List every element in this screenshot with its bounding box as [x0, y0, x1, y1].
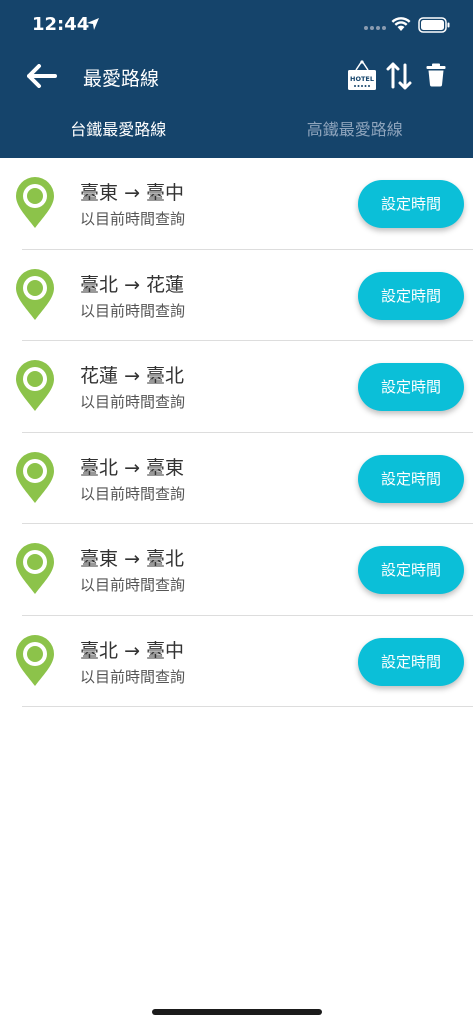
route-query-mode: 以目前時間查詢: [80, 210, 186, 228]
delete-button[interactable]: [426, 63, 446, 87]
route-row[interactable]: 臺北 → 花蓮 以目前時間查詢 設定時間: [0, 250, 473, 341]
set-time-button[interactable]: 設定時間: [358, 180, 464, 228]
set-time-button[interactable]: 設定時間: [358, 546, 464, 594]
route-origin: 花蓮: [80, 365, 119, 387]
map-pin-icon: [16, 451, 54, 503]
tab-tra-favorites[interactable]: 台鐵最愛路線: [0, 108, 237, 152]
route-origin: 臺北: [80, 639, 119, 662]
route-stations: 臺北 → 臺中: [80, 636, 184, 663]
arrow-left-icon: [27, 64, 57, 88]
map-pin-icon: [16, 177, 54, 228]
route-row[interactable]: 臺北 → 臺東 以目前時間查詢 設定時間: [0, 433, 473, 524]
route-origin: 臺東: [80, 182, 119, 204]
set-time-button[interactable]: 設定時間: [358, 363, 464, 411]
cellular-signal-icon: [364, 26, 386, 30]
route-arrow: →: [124, 182, 140, 204]
map-pin-icon: [16, 634, 54, 686]
map-pin-icon: [16, 268, 54, 320]
nav-bar: 最愛路線 HOTEL: [0, 52, 473, 100]
set-time-button[interactable]: 設定時間: [358, 454, 464, 503]
route-stations: 花蓮 → 臺北: [80, 361, 184, 388]
swap-vertical-icon: [386, 62, 412, 90]
route-row[interactable]: 花蓮 → 臺北 以目前時間查詢 設定時間: [0, 341, 473, 433]
hotel-sign-icon: HOTEL: [348, 60, 376, 90]
trash-icon: [426, 63, 446, 87]
set-time-button[interactable]: 設定時間: [358, 637, 464, 686]
route-query-mode: 以目前時間查詢: [80, 484, 186, 503]
route-arrow: →: [124, 273, 140, 296]
tab-bar: 台鐵最愛路線 高鐵最愛路線: [0, 108, 473, 152]
route-stations: 臺東 → 臺北: [80, 544, 184, 571]
route-origin: 臺北: [80, 456, 119, 479]
route-destination: 臺北: [146, 548, 185, 570]
favorite-route-list: 臺東 → 臺中 以目前時間查詢 設定時間 臺北 → 花蓮 以目前時間查詢 設定時…: [0, 158, 473, 707]
route-origin: 臺北: [80, 273, 119, 296]
app-header: 12:44 最愛路線 HOTEL 台鐵最愛路線 高鐵最愛路線: [0, 0, 473, 158]
route-destination: 花蓮: [146, 273, 185, 296]
route-row[interactable]: 臺東 → 臺北 以目前時間查詢 設定時間: [0, 524, 473, 616]
swap-order-button[interactable]: [386, 61, 412, 91]
route-query-mode: 以目前時間查詢: [80, 667, 186, 686]
route-query-mode: 以目前時間查詢: [80, 576, 186, 594]
route-arrow: →: [124, 456, 140, 479]
map-pin-icon: [16, 360, 54, 411]
route-stations: 臺北 → 花蓮: [80, 270, 184, 297]
route-destination: 臺中: [146, 182, 185, 204]
route-stations: 臺東 → 臺中: [80, 178, 184, 205]
route-arrow: →: [124, 365, 140, 387]
map-pin-icon: [16, 543, 54, 594]
status-bar: 12:44: [0, 0, 473, 50]
row-divider: [22, 706, 473, 707]
route-destination: 臺東: [146, 456, 185, 479]
wifi-icon: [391, 17, 411, 31]
route-query-mode: 以目前時間查詢: [80, 393, 186, 411]
battery-icon: [418, 17, 450, 33]
location-arrow-icon: [87, 18, 99, 30]
route-arrow: →: [124, 639, 140, 662]
hotel-button[interactable]: HOTEL: [347, 60, 377, 92]
status-time: 12:44: [32, 14, 90, 35]
hotel-sign-text: HOTEL: [350, 75, 374, 83]
back-button[interactable]: [22, 60, 62, 92]
tab-hsr-favorites[interactable]: 高鐵最愛路線: [237, 108, 473, 152]
route-row[interactable]: 臺北 → 臺中 以目前時間查詢 設定時間: [0, 616, 473, 707]
route-destination: 臺北: [146, 365, 185, 387]
page-title: 最愛路線: [83, 68, 160, 90]
set-time-button[interactable]: 設定時間: [358, 271, 464, 320]
route-arrow: →: [124, 548, 140, 570]
route-origin: 臺東: [80, 548, 119, 570]
route-stations: 臺北 → 臺東: [80, 453, 184, 480]
route-row[interactable]: 臺東 → 臺中 以目前時間查詢 設定時間: [0, 158, 473, 250]
route-query-mode: 以目前時間查詢: [80, 301, 186, 320]
home-indicator[interactable]: [152, 1009, 322, 1015]
route-destination: 臺中: [146, 639, 185, 662]
